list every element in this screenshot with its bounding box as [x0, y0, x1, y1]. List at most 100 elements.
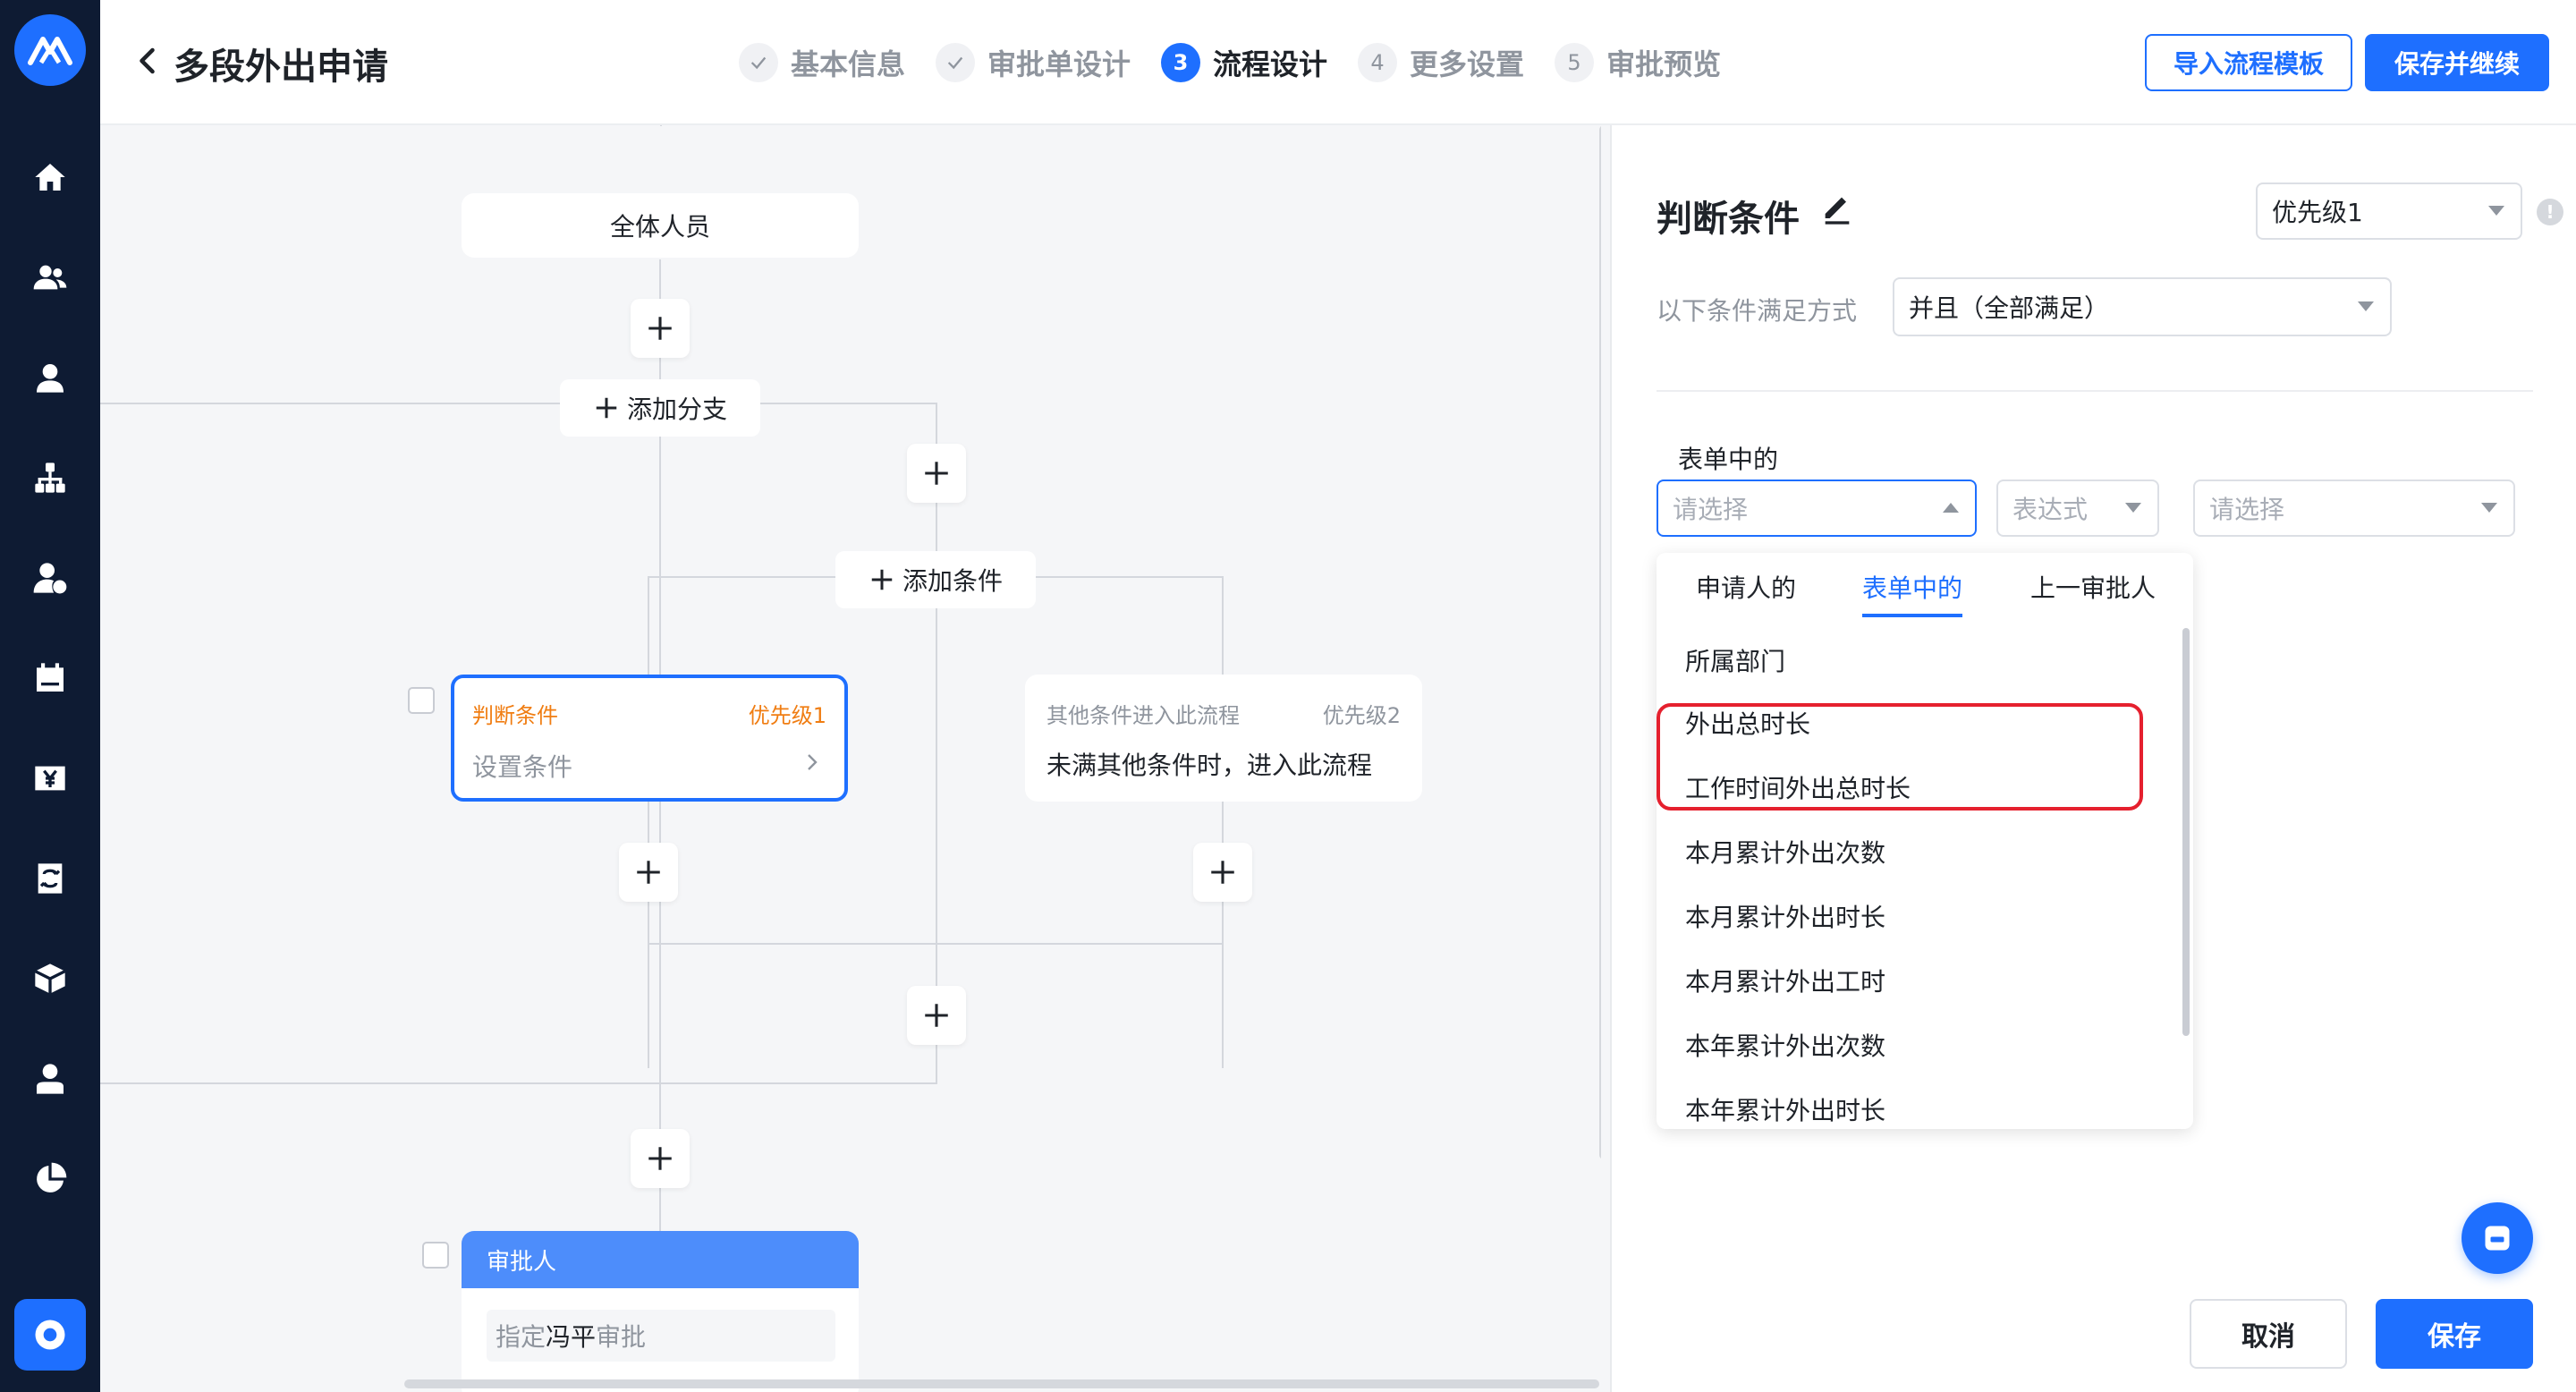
- approver-name: 冯平: [546, 1322, 597, 1352]
- floating-action-button[interactable]: [2462, 1202, 2533, 1274]
- step-indicator: 基本信息 审批单设计 3 流程设计 4 更多设置 5 审批预览: [739, 39, 1751, 86]
- value-select[interactable]: 请选择: [2193, 480, 2515, 537]
- step-more-settings[interactable]: 4 更多设置: [1358, 42, 1524, 83]
- match-mode-value: 并且（全部满足）: [1909, 293, 2110, 323]
- step-basic-info[interactable]: 基本信息: [739, 42, 905, 83]
- plus-icon: [925, 462, 948, 485]
- add-node-button[interactable]: [1193, 843, 1252, 902]
- app-root: 多段外出申请 基本信息 审批单设计 3 流程设计 4 更多设置 5 审批预览 导…: [0, 0, 2576, 1392]
- step-preview[interactable]: 5 审批预览: [1555, 42, 1721, 83]
- step-form-design[interactable]: 审批单设计: [936, 42, 1131, 83]
- list-item[interactable]: 本年累计外出时长: [1685, 1091, 1885, 1127]
- top-header: 多段外出申请 基本信息 审批单设计 3 流程设计 4 更多设置 5 审批预览 导…: [100, 0, 2576, 125]
- field-select-placeholder: 请选择: [1673, 495, 1749, 524]
- condition-node-checkbox[interactable]: [408, 687, 435, 714]
- payroll-icon[interactable]: [25, 753, 75, 803]
- add-branch-button[interactable]: 添加分支: [560, 379, 760, 437]
- step-label: 更多设置: [1410, 47, 1525, 81]
- condition-node-priority: 优先级1: [748, 703, 826, 728]
- cancel-button[interactable]: 取消: [2190, 1299, 2347, 1369]
- add-node-button[interactable]: [619, 843, 678, 902]
- else-node-body: 未满其他条件时，进入此流程: [1046, 751, 1373, 780]
- canvas-vertical-scrollbar[interactable]: [1599, 125, 1601, 1159]
- save-continue-button[interactable]: 保存并继续: [2365, 34, 2549, 91]
- approval-icon[interactable]: [25, 853, 75, 904]
- step-number: 3: [1161, 43, 1201, 82]
- settings-ring-icon: [35, 1320, 65, 1350]
- edit-pencil-icon[interactable]: [1819, 191, 1855, 227]
- priority-select[interactable]: 优先级1: [2256, 182, 2522, 240]
- chat-icon: [2485, 1226, 2510, 1251]
- canvas-horizontal-scrollbar[interactable]: [404, 1379, 1599, 1388]
- org-chart-icon[interactable]: [25, 453, 75, 503]
- page-title: 多段外出申请: [174, 47, 388, 88]
- box-icon[interactable]: [25, 954, 75, 1004]
- tab-previous-approver[interactable]: 上一审批人: [2030, 569, 2156, 605]
- help-icon[interactable]: !: [2537, 199, 2563, 225]
- person-icon[interactable]: [25, 1054, 75, 1104]
- step-number: 4: [1358, 43, 1398, 82]
- home-icon[interactable]: [25, 152, 75, 202]
- app-logo[interactable]: [14, 14, 86, 86]
- approver-suffix: 审批: [596, 1322, 647, 1352]
- add-node-button[interactable]: [631, 1129, 690, 1188]
- add-node-button[interactable]: [907, 444, 966, 503]
- flow-canvas[interactable]: 全体人员 添加分支 添加条件 判断条件 优先级1 设置条件 其他条件进入此流程 …: [100, 125, 1601, 1392]
- field-dropdown: 申请人的 表单中的 上一审批人 所属部门 外出总时长 工作时间外出总时长 本月累…: [1657, 553, 2193, 1129]
- value-select-placeholder: 请选择: [2209, 495, 2285, 524]
- field-select[interactable]: 请选择: [1657, 480, 1977, 537]
- plus-icon: [871, 569, 893, 590]
- branch-right-connector: [936, 403, 937, 1082]
- user-settings-icon[interactable]: [25, 553, 75, 603]
- caret-down-icon: [2481, 503, 2497, 513]
- panel-title: 判断条件: [1657, 199, 1800, 240]
- pie-chart-icon[interactable]: [25, 1154, 75, 1204]
- save-button[interactable]: 保存: [2376, 1299, 2533, 1369]
- add-node-button[interactable]: [631, 299, 690, 358]
- user-icon[interactable]: [25, 352, 75, 403]
- caret-down-icon: [2125, 503, 2141, 513]
- expression-select[interactable]: 表达式: [1996, 480, 2159, 537]
- annotation-highlight-box: [1657, 703, 2143, 811]
- list-item[interactable]: 所属部门: [1685, 642, 1785, 678]
- match-mode-select[interactable]: 并且（全部满足）: [1893, 277, 2392, 336]
- list-item[interactable]: 本年累计外出次数: [1685, 1027, 1885, 1063]
- tab-form[interactable]: 表单中的: [1862, 569, 1962, 605]
- import-template-button[interactable]: 导入流程模板: [2145, 34, 2352, 91]
- plus-icon: [648, 1147, 672, 1170]
- back-arrow-icon[interactable]: [132, 45, 165, 77]
- approver-prefix: 指定: [496, 1322, 547, 1352]
- spacer: [660, 125, 662, 126]
- approver-node[interactable]: 审批人 指定 冯平 审批: [462, 1231, 859, 1392]
- sidebar: [0, 0, 100, 1392]
- list-item[interactable]: 本月累计外出时长: [1685, 898, 1885, 934]
- logo-icon: [28, 37, 72, 65]
- step-flow-design[interactable]: 3 流程设计: [1161, 42, 1327, 83]
- condition-source-label: 表单中的: [1678, 445, 1779, 474]
- approver-node-title: 审批人: [462, 1231, 859, 1288]
- approver-node-checkbox[interactable]: [422, 1242, 449, 1269]
- add-branch-label: 添加分支: [626, 395, 727, 424]
- priority-select-value: 优先级1: [2272, 198, 2363, 227]
- tab-applicant[interactable]: 申请人的: [1696, 569, 1796, 605]
- dropdown-scrollbar[interactable]: [2182, 628, 2190, 1036]
- else-condition-node[interactable]: 其他条件进入此流程 优先级2 未满其他条件时，进入此流程: [1025, 675, 1422, 802]
- caret-down-icon: [2358, 301, 2374, 311]
- condition-node[interactable]: 判断条件 优先级1 设置条件: [451, 675, 848, 802]
- add-node-button[interactable]: [907, 986, 966, 1045]
- calendar-icon[interactable]: [25, 653, 75, 703]
- plus-icon: [925, 1004, 948, 1027]
- approver-node-body: 指定 冯平 审批: [487, 1310, 835, 1362]
- list-item[interactable]: 本月累计外出次数: [1685, 834, 1885, 870]
- list-item[interactable]: 本月累计外出工时: [1685, 963, 1885, 998]
- section-divider: [1657, 390, 2533, 392]
- condition-right-connector: [1222, 576, 1224, 1068]
- condition-node-body: 设置条件: [472, 752, 573, 782]
- match-mode-label: 以下条件满足方式: [1657, 296, 1858, 326]
- step-label: 基本信息: [791, 47, 906, 81]
- sidebar-active-item[interactable]: [14, 1299, 86, 1371]
- expression-select-placeholder: 表达式: [2012, 495, 2089, 524]
- start-node[interactable]: 全体人员: [462, 193, 859, 258]
- team-icon[interactable]: [25, 252, 75, 302]
- add-condition-button[interactable]: 添加条件: [835, 551, 1036, 608]
